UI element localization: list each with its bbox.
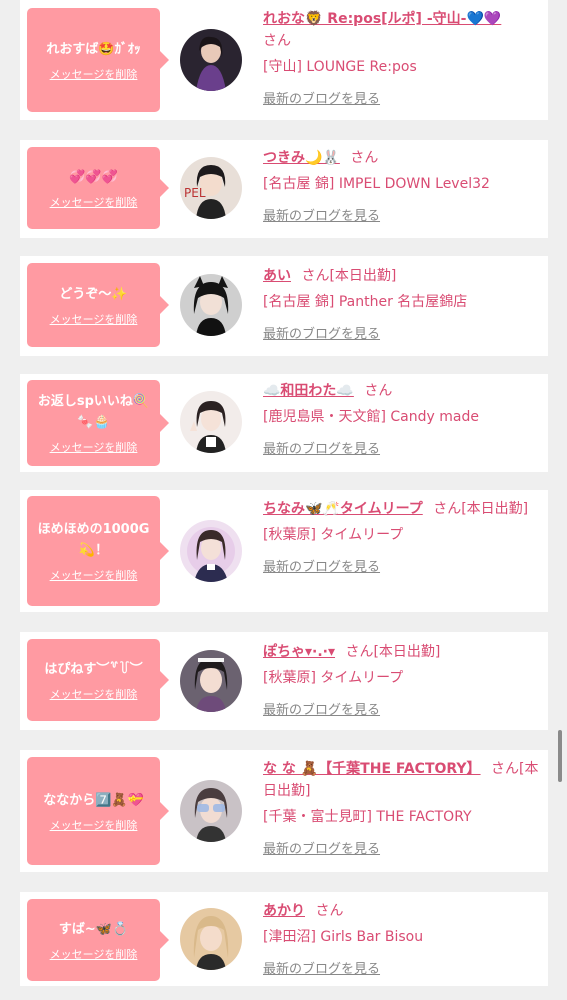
message-card: ほめほめの1000G💫！ メッセージを削除 ちなみ🦋🥂タイムリープ さん[本日出… <box>20 490 548 612</box>
blog-link[interactable]: 最新のブログを見る <box>263 556 543 575</box>
cast-name-link[interactable]: ぽちゃ▾·.·▾ <box>263 644 335 660</box>
blog-link[interactable]: 最新のブログを見る <box>263 699 543 718</box>
message-card: はぴねす︶꒷꒦︶ メッセージを削除 ぽちゃ▾·.·▾ さん[本日出勤] [秋葉原… <box>20 632 548 730</box>
delete-message-link[interactable]: メッセージを削除 <box>50 567 138 583</box>
shop-info[interactable]: [秋葉原] タイムリープ <box>263 667 543 689</box>
cast-name-link[interactable]: れおな🦁 Re:pos[ルポ] -守山-💙💜 <box>263 11 501 27</box>
name-line: ぽちゃ▾·.·▾ さん[本日出勤] <box>263 641 543 663</box>
name-line: あかり さん <box>263 900 543 922</box>
name-line: な な 🧸【千葉THE FACTORY】 さん[本日出勤] <box>263 758 543 802</box>
message-text: ななから7️⃣🧸💝 <box>43 792 144 808</box>
message-bubble: れおすば🤩ｶﾞｵｯ メッセージを削除 <box>27 8 169 112</box>
message-card: お返しspいいね🍭🍬🧁 メッセージを削除 ☁️和田わた☁️ さん [鹿児島県・天… <box>20 374 548 472</box>
honorific: さん <box>350 150 379 166</box>
blog-link[interactable]: 最新のブログを見る <box>263 958 543 977</box>
delete-message-link[interactable]: メッセージを削除 <box>50 686 138 702</box>
cast-name-link[interactable]: ☁️和田わた☁️ <box>263 383 354 399</box>
name-line: つきみ🌙🐰 さん <box>263 147 543 169</box>
honorific: さん <box>315 903 344 919</box>
shop-info[interactable]: [名古屋 錦] Panther 名古屋錦店 <box>263 291 543 313</box>
honorific: さん <box>364 383 393 399</box>
cast-name-link[interactable]: な な 🧸【千葉THE FACTORY】 <box>263 761 481 777</box>
message-text: どうぞ〜✨ <box>59 286 128 302</box>
avatar[interactable] <box>180 274 242 336</box>
message-text: ほめほめの1000G💫！ <box>37 522 150 558</box>
name-line: ☁️和田わた☁️ さん <box>263 380 543 402</box>
shop-info[interactable]: [守山] LOUNGE Re:pos <box>263 56 543 78</box>
avatar[interactable] <box>180 391 242 453</box>
delete-message-link[interactable]: メッセージを削除 <box>50 946 138 962</box>
shop-info[interactable]: [鹿児島県・天文館] Candy made <box>263 406 543 428</box>
honorific: さん <box>263 33 291 49</box>
delete-message-link[interactable]: メッセージを削除 <box>50 311 138 327</box>
shop-info[interactable]: [千葉・富士見町] THE FACTORY <box>263 806 543 828</box>
avatar[interactable]: PEL <box>180 157 242 219</box>
blog-link[interactable]: 最新のブログを見る <box>263 88 543 107</box>
message-text: すば~🦋💍 <box>58 921 129 937</box>
shop-info[interactable]: [津田沼] Girls Bar Bisou <box>263 926 543 948</box>
cast-name-link[interactable]: つきみ🌙🐰 <box>263 150 340 166</box>
delete-message-link[interactable]: メッセージを削除 <box>50 817 138 833</box>
scrollbar-thumb[interactable] <box>558 730 562 782</box>
cast-name-link[interactable]: あかり <box>263 903 305 919</box>
message-bubble: はぴねす︶꒷꒦︶ メッセージを削除 <box>27 639 169 721</box>
name-line: ちなみ🦋🥂タイムリープ さん[本日出勤] <box>263 498 543 520</box>
message-bubble: すば~🦋💍 メッセージを削除 <box>27 899 169 981</box>
avatar[interactable] <box>180 520 242 582</box>
message-card: どうぞ〜✨ メッセージを削除 あい さん[本日出勤] [名古屋 錦] Panth… <box>20 256 548 356</box>
name-line: れおな🦁 Re:pos[ルポ] -守山-💙💜 さん <box>263 8 543 52</box>
blog-link[interactable]: 最新のブログを見る <box>263 838 543 857</box>
message-text: はぴねす︶꒷꒦︶ <box>44 661 143 677</box>
delete-message-link[interactable]: メッセージを削除 <box>50 439 138 455</box>
honorific: さん[本日出勤] <box>433 501 529 517</box>
message-card: れおすば🤩ｶﾞｵｯ メッセージを削除 れおな🦁 Re:pos[ルポ] -守山-💙… <box>20 0 548 120</box>
message-text: れおすば🤩ｶﾞｵｯ <box>46 41 141 57</box>
cast-name-link[interactable]: あい <box>263 268 291 284</box>
message-card: すば~🦋💍 メッセージを削除 あかり さん [津田沼] Girls Bar Bi… <box>20 892 548 986</box>
message-card: ななから7️⃣🧸💝 メッセージを削除 な な 🧸【千葉THE FACTORY】 … <box>20 750 548 872</box>
blog-link[interactable]: 最新のブログを見る <box>263 205 543 224</box>
shop-info[interactable]: [名古屋 錦] IMPEL DOWN Level32 <box>263 173 543 195</box>
message-bubble: ほめほめの1000G💫！ メッセージを削除 <box>27 496 169 606</box>
message-text: お返しspいいね🍭🍬🧁 <box>37 394 150 430</box>
cast-name-link[interactable]: ちなみ🦋🥂タイムリープ <box>263 501 423 517</box>
message-bubble: お返しspいいね🍭🍬🧁 メッセージを削除 <box>27 380 169 466</box>
delete-message-link[interactable]: メッセージを削除 <box>50 194 138 210</box>
honorific: さん[本日出勤] <box>345 644 441 660</box>
avatar[interactable] <box>180 908 242 970</box>
message-bubble: ななから7️⃣🧸💝 メッセージを削除 <box>27 757 169 865</box>
svg-text:PEL: PEL <box>184 186 206 200</box>
blog-link[interactable]: 最新のブログを見る <box>263 438 543 457</box>
message-bubble: どうぞ〜✨ メッセージを削除 <box>27 263 169 347</box>
shop-info[interactable]: [秋葉原] タイムリープ <box>263 524 543 546</box>
blog-link[interactable]: 最新のブログを見る <box>263 323 543 342</box>
message-card: 💞💞💞 メッセージを削除 PEL つきみ🌙🐰 さん [名古屋 錦] IMPEL … <box>20 140 548 238</box>
delete-message-link[interactable]: メッセージを削除 <box>50 66 138 82</box>
avatar[interactable] <box>180 780 242 842</box>
message-text: 💞💞💞 <box>69 169 118 185</box>
avatar[interactable] <box>180 650 242 712</box>
honorific: さん[本日出勤] <box>301 268 397 284</box>
name-line: あい さん[本日出勤] <box>263 265 543 287</box>
message-bubble: 💞💞💞 メッセージを削除 <box>27 147 169 229</box>
avatar[interactable] <box>180 29 242 91</box>
